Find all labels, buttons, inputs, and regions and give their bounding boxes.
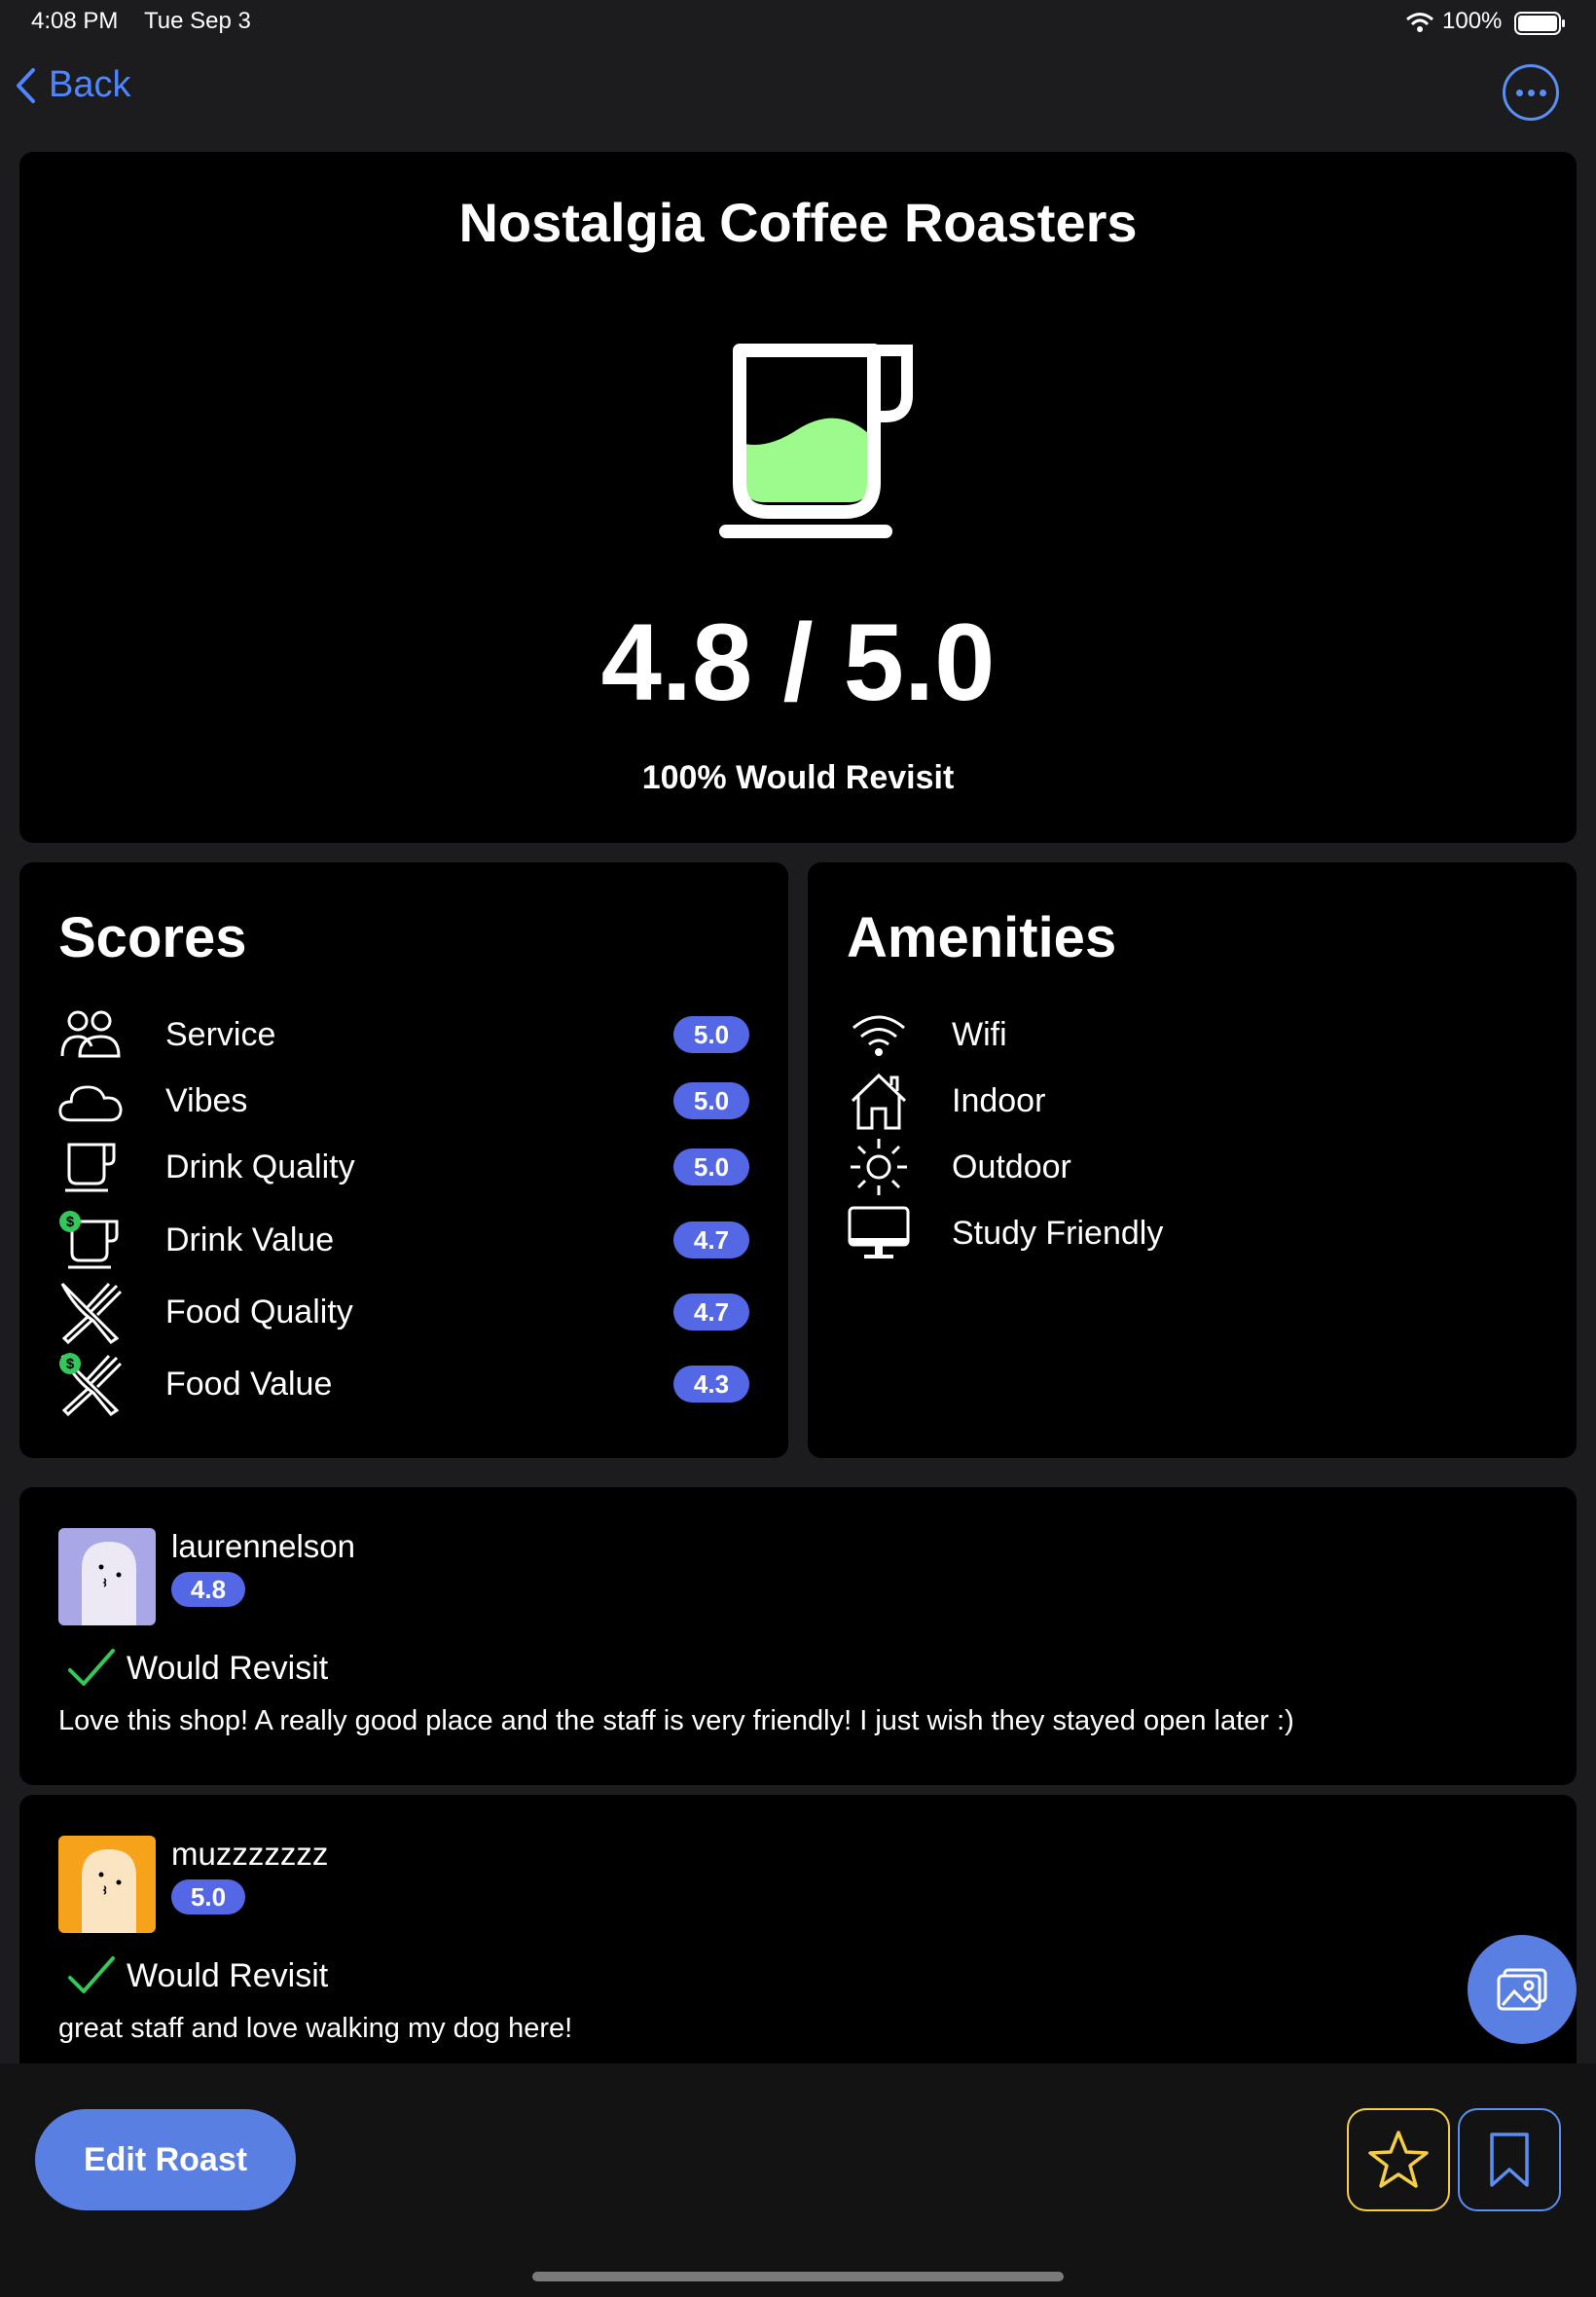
amenities-title: Amenities [847,906,1117,969]
amenity-row-outdoor: Outdoor [808,1133,1577,1201]
review-text: Love this shop! A really good place and … [58,1705,1294,1736]
more-options-button[interactable] [1503,64,1559,121]
amenity-label: Study Friendly [952,1214,1164,1252]
score-badge: 4.3 [673,1366,749,1403]
back-button[interactable]: Back [14,64,130,106]
review-text: great staff and love walking my dog here… [58,2013,573,2044]
review-card: laurennelson 4.8 Would Revisit Love this… [19,1487,1577,1785]
ellipsis-icon [1515,89,1523,96]
amenity-label: Wifi [952,1015,1007,1053]
avatar [58,1528,156,1625]
home-indicator [532,2272,1064,2281]
score-label: Service [165,1015,276,1053]
amenity-row-study-friendly: Study Friendly [808,1199,1577,1267]
review-rating-badge: 5.0 [171,1879,245,1914]
amenity-row-indoor: Indoor [808,1067,1577,1135]
score-row-food-quality: Food Quality 4.7 [19,1275,788,1349]
battery-percent: 100% [1442,8,1503,34]
cup-dollar-icon: $ [58,1208,123,1272]
scores-title: Scores [58,906,247,969]
revisit-percentage: 100% Would Revisit [641,759,955,796]
favorite-button[interactable] [1347,2108,1450,2211]
score-row-vibes: Vibes 5.0 [19,1067,788,1135]
chevron-left-icon [17,67,35,103]
coffee-cup-icon [691,337,925,546]
score-label: Food Value [165,1365,333,1403]
review-username: laurennelson [171,1528,355,1564]
amenities-card: Amenities Wifi Indoor Outdoor Study Frie… [808,862,1577,1458]
amenity-label: Outdoor [952,1148,1071,1185]
avatar [58,1836,156,1933]
score-label: Drink Quality [165,1148,355,1185]
sun-icon [847,1135,911,1199]
status-time: 4:08 PM [31,8,119,34]
bookmark-button[interactable] [1458,2108,1561,2211]
checkmark-icon [68,1956,115,1993]
amenity-row-wifi: Wifi [808,1001,1577,1069]
score-row-service: Service 5.0 [19,1001,788,1069]
photo-icon [1497,1968,1547,2011]
score-badge: 4.7 [673,1294,749,1331]
score-badge: 5.0 [673,1082,749,1119]
shop-name: Nostalgia Coffee Roasters [458,192,1138,253]
wifi-status-icon [1405,12,1434,38]
add-photo-button[interactable] [1468,1935,1577,2044]
score-label: Drink Value [165,1221,335,1258]
house-icon [847,1069,911,1133]
cup-icon [58,1135,123,1199]
score-badge: 5.0 [673,1148,749,1185]
would-revisit: Would Revisit [66,1647,328,1690]
battery-icon [1514,12,1567,40]
cloud-icon [58,1069,123,1133]
edit-roast-button[interactable]: Edit Roast [35,2109,296,2210]
wifi-icon [847,1003,911,1067]
would-revisit-label: Would Revisit [127,1649,329,1687]
back-label: Back [49,64,131,105]
would-revisit: Would Revisit [66,1954,328,1997]
review-username: muzzzzzzz [171,1836,329,1872]
score-badge: 5.0 [673,1016,749,1053]
utensils-icon [58,1280,123,1344]
utensils-dollar-icon: $ [58,1352,123,1416]
people-icon [58,1003,123,1067]
score-badge: 4.7 [673,1221,749,1258]
checkmark-icon [68,1649,115,1686]
overall-rating: 4.8 / 5.0 [600,602,996,723]
svg-text:$: $ [66,1356,75,1372]
review-rating-badge: 4.8 [171,1572,245,1607]
svg-text:$: $ [66,1214,75,1230]
score-label: Vibes [165,1081,248,1119]
would-revisit-label: Would Revisit [127,1956,329,1994]
score-row-food-value: $ Food Value 4.3 [19,1347,788,1421]
amenity-label: Indoor [952,1081,1046,1119]
shop-summary-card: Nostalgia Coffee Roasters 4.8 / 5.0 100%… [19,152,1577,843]
scores-card: Scores Service 5.0 Vibes 5.0 Drink Quali… [19,862,788,1458]
monitor-icon [847,1201,911,1265]
score-row-drink-value: $ Drink Value 4.7 [19,1203,788,1277]
score-row-drink-quality: Drink Quality 5.0 [19,1133,788,1201]
status-date: Tue Sep 3 [144,8,251,34]
review-card: muzzzzzzz 5.0 Would Revisit great staff … [19,1795,1577,2087]
score-label: Food Quality [165,1293,353,1331]
bookmark-icon [1490,2133,1529,2187]
star-icon [1368,2131,1429,2188]
